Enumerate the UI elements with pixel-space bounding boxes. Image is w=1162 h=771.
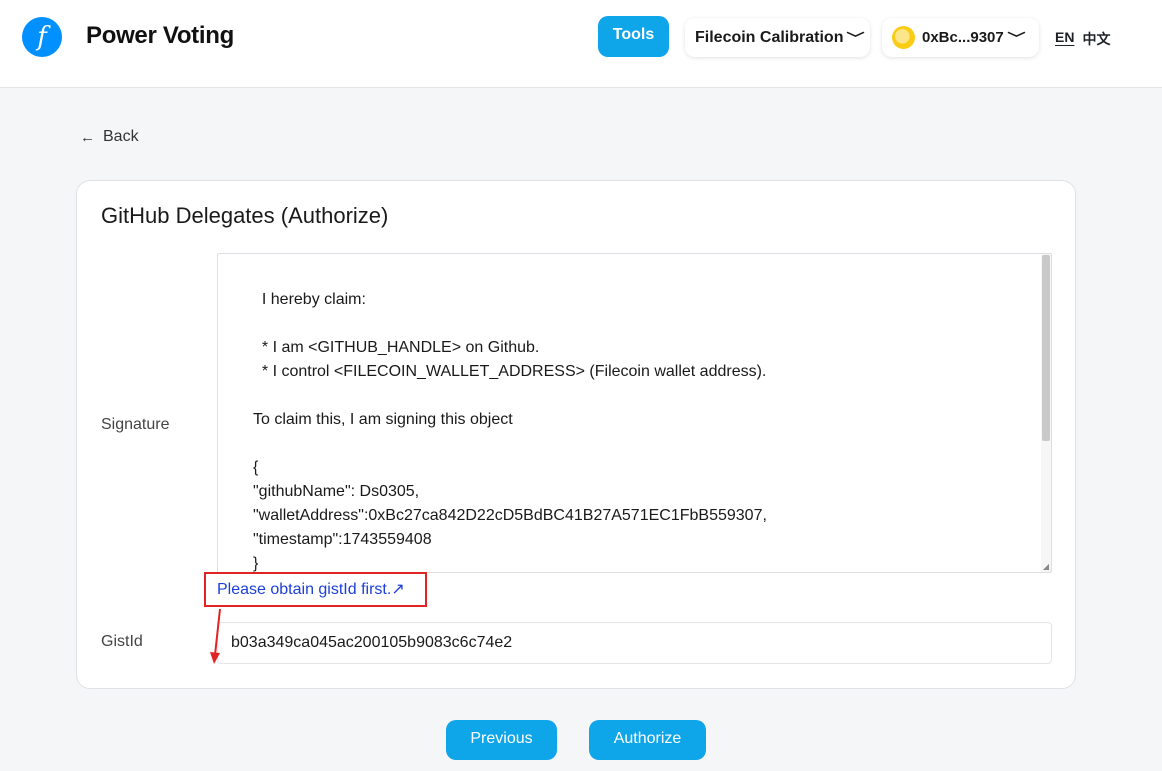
- wallet-avatar: [892, 26, 915, 49]
- signature-textarea[interactable]: I hereby claim: * I am <GITHUB_HANDLE> o…: [217, 253, 1052, 573]
- scrollbar-thumb[interactable]: [1042, 255, 1050, 441]
- back-link[interactable]: ← Back: [80, 128, 139, 146]
- top-header: f Power Voting Tools Filecoin Calibratio…: [0, 0, 1162, 88]
- authorize-button-label: Authorize: [613, 730, 682, 747]
- gistid-label: GistId: [101, 633, 143, 650]
- wallet-address-label: 0xBc...9307: [922, 29, 1004, 46]
- tools-button[interactable]: Tools: [598, 16, 669, 57]
- filecoin-logo[interactable]: f: [22, 17, 62, 57]
- signature-label: Signature: [101, 416, 170, 433]
- resize-handle-icon[interactable]: ◢: [1042, 563, 1050, 571]
- previous-button[interactable]: Previous: [446, 720, 557, 760]
- gistid-input[interactable]: [217, 622, 1052, 664]
- obtain-gistid-link[interactable]: Please obtain gistId first.↗: [217, 579, 405, 599]
- network-selector[interactable]: Filecoin Calibration ﹀: [685, 18, 870, 57]
- authorize-button[interactable]: Authorize: [589, 720, 706, 760]
- tools-button-label: Tools: [612, 25, 655, 43]
- chevron-down-icon: ﹀: [846, 31, 866, 46]
- wallet-account-button[interactable]: 0xBc...9307 ﹀: [882, 18, 1039, 57]
- back-label: Back: [103, 128, 139, 145]
- app-title[interactable]: Power Voting: [86, 22, 234, 50]
- arrow-left-icon: ←: [80, 128, 95, 146]
- lang-en-option[interactable]: EN: [1055, 29, 1074, 49]
- lang-zh-option[interactable]: 中文: [1082, 29, 1110, 49]
- previous-button-label: Previous: [470, 730, 533, 747]
- page-title: GitHub Delegates (Authorize): [101, 203, 389, 228]
- language-switcher: EN 中文: [1055, 29, 1110, 49]
- signature-scrollbar[interactable]: [1041, 254, 1051, 572]
- signature-text: I hereby claim: * I am <GITHUB_HANDLE> o…: [253, 291, 767, 572]
- authorize-card: GitHub Delegates (Authorize) Signature I…: [76, 180, 1076, 689]
- chevron-down-icon: ﹀: [1007, 31, 1026, 46]
- network-label: Filecoin Calibration: [695, 28, 844, 46]
